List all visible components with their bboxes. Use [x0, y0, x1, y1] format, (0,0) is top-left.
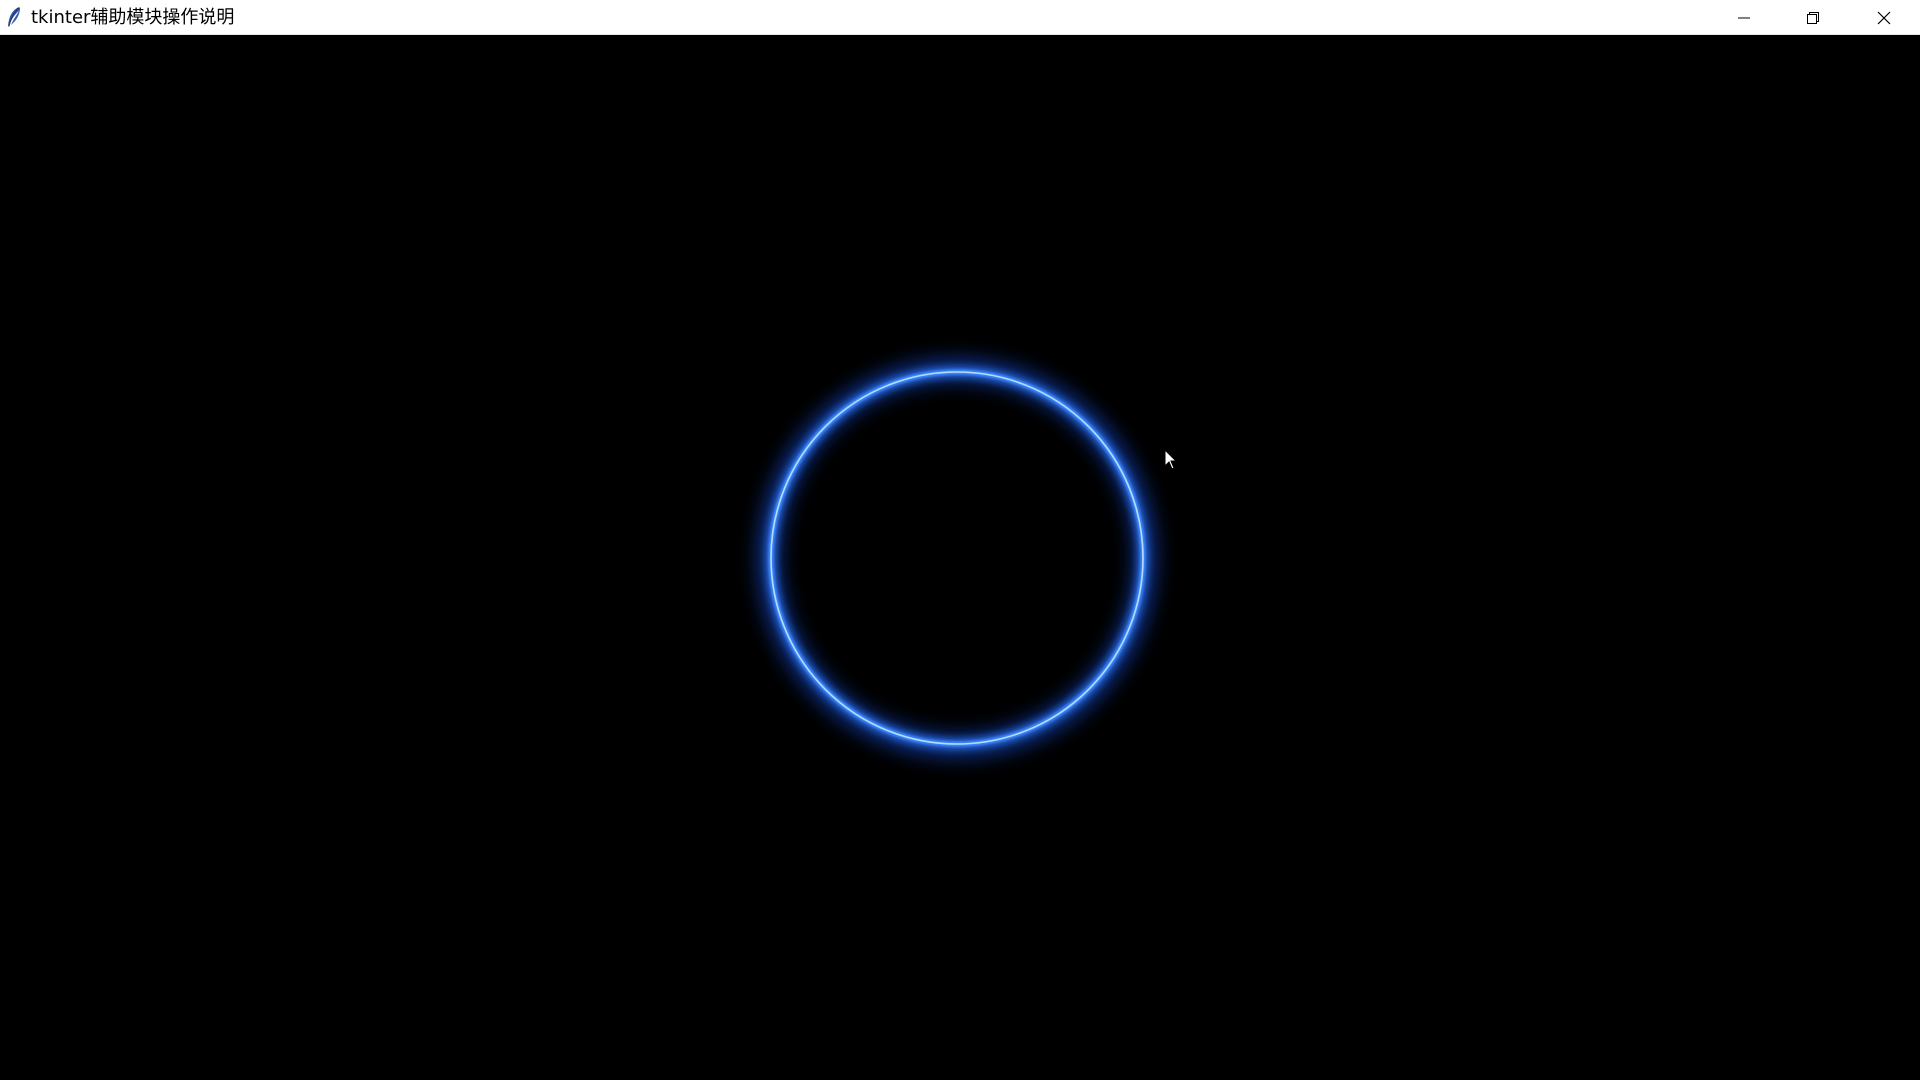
ring-core: [768, 369, 1146, 747]
restore-button[interactable]: [1779, 0, 1847, 35]
restore-icon: [1807, 11, 1819, 24]
minimize-button[interactable]: [1710, 0, 1778, 35]
glowing-ring: [758, 359, 1156, 757]
arrow-cursor-icon: [1164, 449, 1178, 470]
close-button[interactable]: [1848, 0, 1920, 35]
feather-icon: [8, 7, 20, 27]
close-icon: [1877, 11, 1891, 24]
title-bar[interactable]: tkinter辅助模块操作说明: [0, 0, 1920, 35]
drawing-canvas[interactable]: [0, 35, 1920, 1080]
window-title: tkinter辅助模块操作说明: [31, 7, 235, 28]
app-window: tkinter辅助模块操作说明: [0, 0, 1920, 1080]
minimize-icon: [1738, 17, 1750, 18]
